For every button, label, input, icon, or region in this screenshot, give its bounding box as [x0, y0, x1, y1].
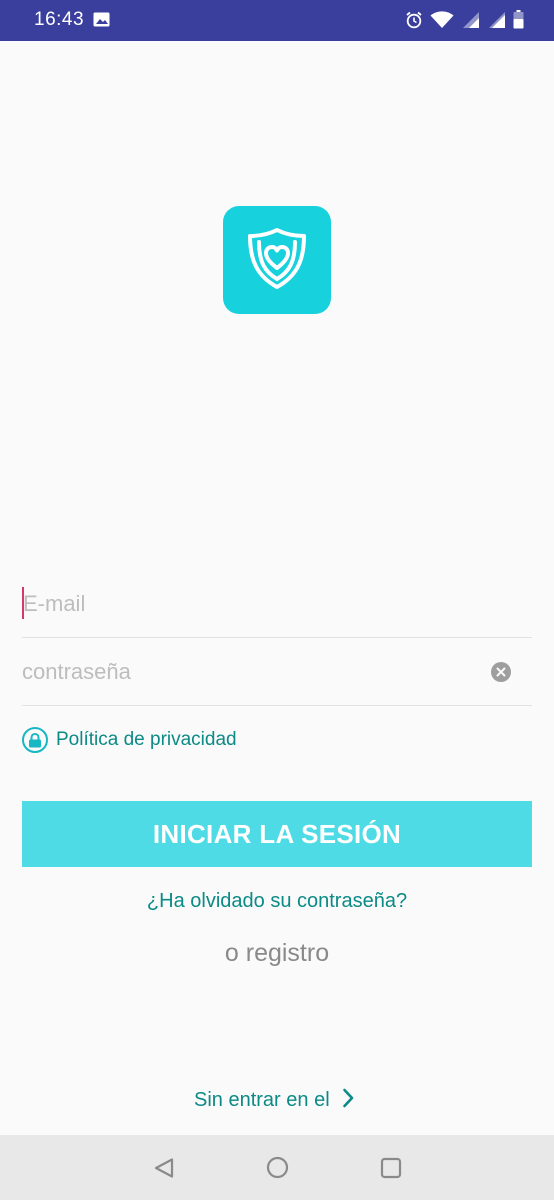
- lock-icon: [22, 727, 48, 753]
- chevron-right-icon: [342, 1088, 354, 1113]
- skip-login-label: Sin entrar en el: [194, 1089, 330, 1111]
- battery-icon: [513, 10, 524, 29]
- password-field-container: [22, 638, 532, 706]
- status-time: 16:43: [34, 9, 85, 30]
- image-icon: [93, 12, 110, 27]
- login-button-label: INICIAR LA SESIÓN: [152, 818, 402, 849]
- privacy-policy-link[interactable]: Política de privacidad: [22, 727, 237, 753]
- home-icon[interactable]: [266, 1156, 289, 1184]
- skip-login-link[interactable]: Sin entrar en el: [194, 1088, 354, 1113]
- shield-heart-icon: [245, 226, 309, 295]
- navigation-bar: [0, 1135, 554, 1200]
- login-button[interactable]: INICIAR LA SESIÓN: [22, 801, 532, 867]
- clear-icon[interactable]: [491, 662, 511, 682]
- privacy-policy-label: Política de privacidad: [56, 729, 237, 750]
- signal-icon: [487, 11, 506, 29]
- register-link[interactable]: o registro: [0, 939, 554, 968]
- status-bar: 16:43: [0, 0, 554, 41]
- signal-icon: [461, 11, 480, 29]
- recent-apps-icon[interactable]: [380, 1157, 402, 1184]
- email-field-container: [22, 570, 532, 638]
- password-field[interactable]: [22, 638, 532, 705]
- forgot-password-link[interactable]: ¿Ha olvidado su contraseña?: [0, 890, 554, 913]
- back-icon[interactable]: [153, 1157, 175, 1184]
- app-logo: [223, 206, 331, 314]
- alarm-icon: [405, 11, 423, 29]
- email-field[interactable]: [22, 570, 532, 637]
- wifi-icon: [430, 10, 454, 29]
